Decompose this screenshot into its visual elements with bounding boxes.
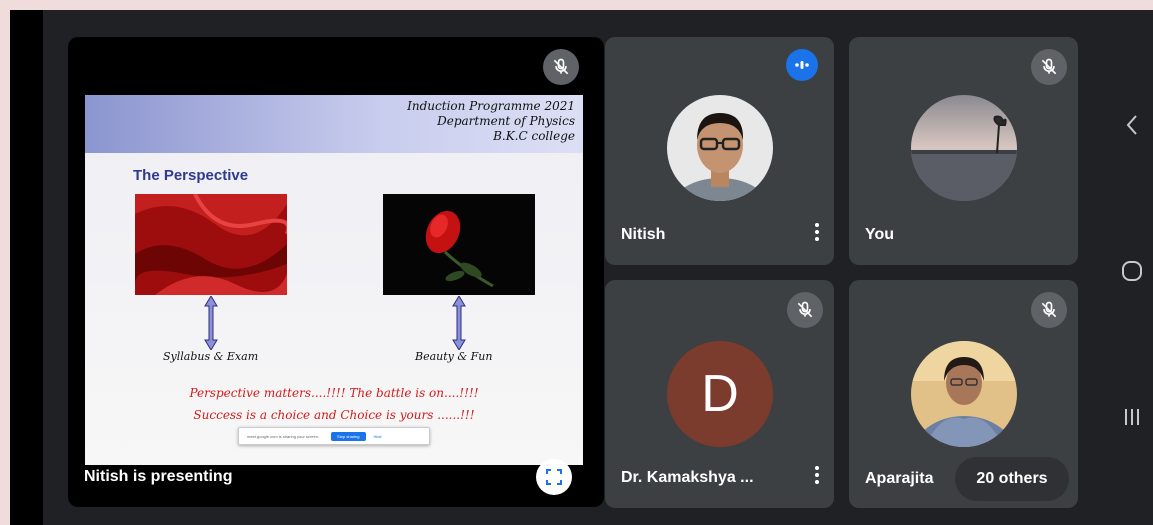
- presentation-tile[interactable]: Induction Programme 2021 Department of P…: [68, 37, 604, 507]
- back-icon[interactable]: [1110, 114, 1153, 136]
- double-arrow-left: [204, 296, 218, 350]
- participant-tile-kamakshya[interactable]: D Dr. Kamakshya ...: [605, 280, 834, 508]
- participant-name: Nitish: [621, 226, 666, 243]
- avatar: [911, 95, 1017, 201]
- participant-name: Aparajita: [865, 470, 934, 487]
- mic-off-icon: [1031, 292, 1067, 328]
- participant-tile-nitish[interactable]: Nitish: [605, 37, 834, 265]
- home-icon[interactable]: [1110, 260, 1153, 282]
- slide-header-line: B.K.C college: [493, 129, 575, 143]
- avatar: [911, 341, 1017, 447]
- meet-call-area: Induction Programme 2021 Department of P…: [43, 10, 1110, 525]
- mic-off-icon: [1031, 49, 1067, 85]
- slide-quote-2: Success is a choice and Choice is yours …: [193, 408, 475, 422]
- android-nav-bar: [1110, 10, 1153, 525]
- fullscreen-button[interactable]: [536, 459, 572, 495]
- slide-header: Induction Programme 2021 Department of P…: [407, 99, 575, 144]
- mic-off-icon: [787, 292, 823, 328]
- participant-tile-you[interactable]: You: [849, 37, 1078, 265]
- right-caption: Beauty & Fun: [415, 350, 493, 363]
- left-caption: Syllabus & Exam: [163, 350, 259, 363]
- stop-sharing-button[interactable]: Stop sharing: [331, 431, 366, 441]
- others-button[interactable]: 20 others: [955, 457, 1069, 501]
- red-silk-image: [135, 194, 287, 295]
- hide-button[interactable]: Hide: [374, 434, 382, 439]
- participant-name: Dr. Kamakshya ...: [621, 469, 754, 486]
- slide-header-line: Induction Programme 2021: [407, 99, 575, 113]
- mic-off-icon: [543, 49, 579, 85]
- avatar-initial: D: [667, 341, 773, 447]
- slide-title: The Perspective: [133, 167, 249, 184]
- shared-slide: Induction Programme 2021 Department of P…: [85, 95, 583, 465]
- share-bar-text: meet.google.com is sharing your screen.: [247, 433, 320, 439]
- slide-quote-1: Perspective matters....!!!! The battle i…: [189, 386, 479, 400]
- slide-header-line: Department of Physics: [437, 114, 575, 128]
- participant-name: You: [865, 226, 895, 243]
- participant-tile-aparajita[interactable]: Aparajita 20 others: [849, 280, 1078, 508]
- double-arrow-right: [452, 296, 466, 350]
- presenter-label: Nitish is presenting: [84, 468, 233, 485]
- screen: Induction Programme 2021 Department of P…: [10, 10, 1153, 525]
- fullscreen-icon: [546, 469, 562, 485]
- recents-icon[interactable]: [1110, 407, 1153, 427]
- more-options-icon[interactable]: [813, 223, 821, 241]
- screen-share-bar: meet.google.com is sharing your screen. …: [238, 427, 430, 445]
- red-rose-image: [383, 194, 535, 295]
- more-options-icon[interactable]: [813, 466, 821, 484]
- avatar: [667, 95, 773, 201]
- speaking-indicator-icon: [786, 49, 818, 81]
